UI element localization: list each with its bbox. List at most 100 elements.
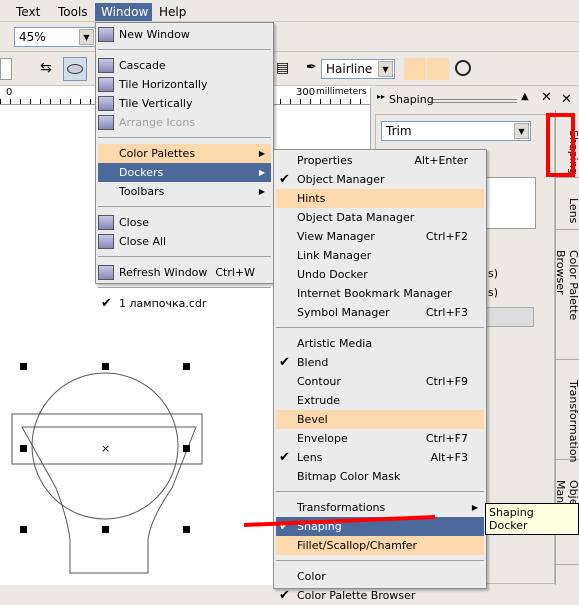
submenu-arrow-icon: ▶ bbox=[258, 168, 265, 177]
menu-item-shaping[interactable]: ✔ Shaping bbox=[276, 517, 484, 536]
menu-help[interactable]: Help bbox=[153, 3, 192, 21]
to-back-icon[interactable] bbox=[427, 58, 449, 80]
menu-item-label: Cascade bbox=[119, 59, 166, 72]
menu-item-bevel[interactable]: Bevel bbox=[276, 410, 484, 429]
shaping-mode-combo[interactable]: Trim ▼ bbox=[381, 121, 531, 141]
menu-separator bbox=[98, 206, 271, 207]
docker-title: Shaping bbox=[389, 93, 434, 106]
shortcut: Alt+F3 bbox=[430, 451, 468, 464]
refresh-icon bbox=[98, 265, 114, 280]
zoom-combo[interactable]: 45% ▼ bbox=[14, 27, 96, 47]
check-icon: ✔ bbox=[279, 588, 290, 603]
menu-item-extrude[interactable]: Extrude bbox=[276, 391, 484, 410]
menu-item-tile-horizontally[interactable]: Tile Horizontally bbox=[98, 75, 271, 94]
menu-item-symbol-manager[interactable]: Symbol Manager Ctrl+F3 bbox=[276, 303, 484, 322]
menu-item-properties[interactable]: Properties Alt+Enter bbox=[276, 151, 484, 170]
tab-lens[interactable]: Lens bbox=[556, 178, 579, 230]
menu-item-label: Properties bbox=[297, 154, 353, 167]
menu-item-bitmap-color-mask[interactable]: Bitmap Color Mask bbox=[276, 467, 484, 486]
chevron-down-icon[interactable]: ▼ bbox=[514, 123, 529, 139]
outline-width-combo[interactable]: Hairline ▼ bbox=[321, 59, 395, 79]
menu-item-artistic-media[interactable]: Artistic Media bbox=[276, 334, 484, 353]
menu-item-1-cdr[interactable]: ✔ 1 лампочка.cdr bbox=[98, 294, 271, 313]
tab-color-palette-browser[interactable]: Color Palette Browser bbox=[554, 230, 579, 360]
menu-item-object-data-manager[interactable]: Object Data Manager bbox=[276, 208, 484, 227]
menu-item-color[interactable]: Color bbox=[276, 567, 484, 586]
arc-direction-icon[interactable]: ⇆ bbox=[40, 60, 52, 76]
menu-item-dockers[interactable]: Dockers ▶ bbox=[98, 163, 271, 182]
shortcut: Ctrl+F7 bbox=[425, 432, 468, 445]
menu-item-label: Undo Docker bbox=[297, 268, 368, 281]
menu-item-color-palettes[interactable]: Color Palettes ▶ bbox=[98, 144, 271, 163]
zoom-value: 45% bbox=[19, 30, 46, 44]
close-icon[interactable]: ✕ bbox=[541, 90, 552, 105]
docker-expand-icon[interactable]: ▸▸ bbox=[377, 92, 385, 101]
menu-item-toolbars[interactable]: Toolbars ▶ bbox=[98, 182, 271, 201]
chevron-down-icon[interactable]: ▼ bbox=[378, 61, 393, 77]
convert-to-curves-icon[interactable] bbox=[455, 60, 471, 76]
menu-item-label: Object Manager bbox=[297, 173, 385, 186]
to-front-icon[interactable] bbox=[404, 58, 426, 80]
menu-item-label: Lens bbox=[297, 451, 323, 464]
menu-item-close[interactable]: Close bbox=[98, 213, 271, 232]
check-icon: ✔ bbox=[279, 355, 290, 370]
menu-separator bbox=[276, 327, 484, 328]
chevron-down-icon[interactable]: ▼ bbox=[79, 29, 94, 45]
menu-item-color-palette-browser[interactable]: ✔ Color Palette Browser bbox=[276, 586, 484, 605]
shaping-mode-value: Trim bbox=[386, 124, 412, 138]
tile-horizontal-icon bbox=[98, 77, 114, 92]
menu-item-label: Object Data Manager bbox=[297, 211, 415, 224]
option-label: s) bbox=[488, 286, 499, 299]
menu-tools[interactable]: Tools bbox=[52, 3, 94, 21]
menu-item-new-window[interactable]: New Window bbox=[98, 25, 271, 44]
menu-item-link-manager[interactable]: Link Manager bbox=[276, 246, 484, 265]
new-window-icon bbox=[98, 27, 114, 42]
tab-transformation[interactable]: Transformation bbox=[556, 360, 579, 463]
option-label: s) bbox=[488, 267, 499, 280]
menu-separator bbox=[98, 49, 271, 50]
menu-item-label: Extrude bbox=[297, 394, 341, 407]
menu-item-blend[interactable]: ✔ Blend bbox=[276, 353, 484, 372]
menu-item-object-manager[interactable]: ✔ Object Manager bbox=[276, 170, 484, 189]
menu-item-close-all[interactable]: Close All bbox=[98, 232, 271, 251]
menu-item-label: Artistic Media bbox=[297, 337, 373, 350]
menu-item-tile-vertically[interactable]: Tile Vertically bbox=[98, 94, 271, 113]
menu-item-label: Tile Horizontally bbox=[119, 78, 208, 91]
menu-item-label: Hints bbox=[297, 192, 326, 205]
menu-item-label: Close All bbox=[119, 235, 167, 248]
menu-item-internet-bookmark-manager[interactable]: Internet Bookmark Manager bbox=[276, 284, 484, 303]
menu-item-cascade[interactable]: Cascade bbox=[98, 56, 271, 75]
arrange-icons-icon bbox=[98, 115, 114, 130]
shortcut: Ctrl+F3 bbox=[425, 306, 468, 319]
menu-item-undo-docker[interactable]: Undo Docker bbox=[276, 265, 484, 284]
menu-item-envelope[interactable]: Envelope Ctrl+F7 bbox=[276, 429, 484, 448]
shortcut: Ctrl+F9 bbox=[425, 375, 468, 388]
menu-item-label: New Window bbox=[119, 28, 190, 41]
annotation-highlight bbox=[546, 113, 575, 177]
wrap-text-icon[interactable]: ▤ bbox=[276, 60, 289, 76]
ruler-label: 300 bbox=[296, 87, 316, 98]
ellipse-icon[interactable] bbox=[63, 57, 87, 81]
menu-window[interactable]: Window bbox=[95, 3, 152, 21]
close-docker-icon[interactable]: ✕ bbox=[555, 88, 579, 110]
menu-item-label: Color Palette Browser bbox=[297, 589, 416, 602]
menu-item-contour[interactable]: Contour Ctrl+F9 bbox=[276, 372, 484, 391]
angle-field[interactable] bbox=[0, 58, 12, 80]
docker-grip[interactable] bbox=[433, 99, 517, 103]
menu-item-view-manager[interactable]: View Manager Ctrl+F2 bbox=[276, 227, 484, 246]
menu-item-lens[interactable]: ✔ Lens Alt+F3 bbox=[276, 448, 484, 467]
menu-text[interactable]: Text bbox=[10, 3, 46, 21]
menu-item-label: Color Palettes bbox=[119, 147, 196, 160]
menu-item-transformations[interactable]: Transformations ▶ bbox=[276, 498, 484, 517]
menu-item-hints[interactable]: Hints bbox=[276, 189, 484, 208]
menu-item-refresh-window[interactable]: Refresh Window Ctrl+W bbox=[98, 263, 271, 282]
menu-item-fillet-scallop-chamfer[interactable]: Fillet/Scallop/Chamfer bbox=[276, 536, 484, 555]
pen-icon: ✒ bbox=[306, 60, 317, 75]
check-icon: ✔ bbox=[101, 296, 112, 311]
menu-item-label: Blend bbox=[297, 356, 329, 369]
apply-button[interactable] bbox=[486, 307, 534, 327]
menu-separator bbox=[276, 560, 484, 561]
close-all-icon bbox=[98, 234, 114, 249]
collapse-icon[interactable]: ▲ bbox=[521, 91, 529, 102]
menu-separator bbox=[98, 287, 271, 288]
